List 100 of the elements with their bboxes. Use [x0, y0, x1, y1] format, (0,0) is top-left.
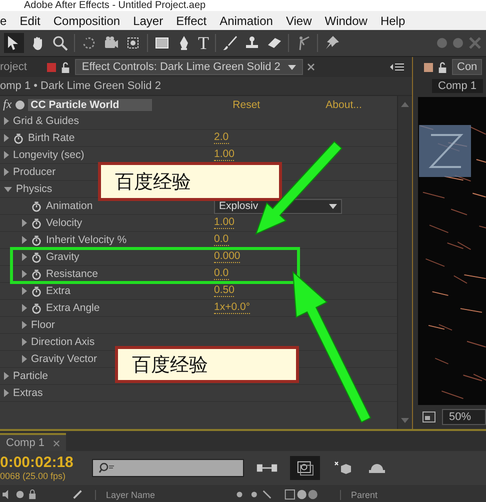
parameter-value[interactable]: 0.0	[214, 234, 229, 246]
stamp-icon[interactable]	[244, 35, 260, 51]
twirl-triangle-icon[interactable]	[4, 117, 9, 125]
parameter-value[interactable]: 0.0	[214, 268, 229, 280]
about-link[interactable]: About...	[326, 98, 362, 110]
parameter-label: Extra	[46, 285, 71, 297]
dropdown-caret-icon[interactable]	[288, 64, 296, 70]
lock-icon[interactable]	[437, 62, 448, 72]
twirl-triangle-icon[interactable]	[4, 389, 9, 397]
column-header[interactable]: Parent	[340, 490, 461, 500]
twirl-triangle-icon[interactable]	[4, 151, 9, 159]
effect-controls-tab[interactable]: Effect Controls: Dark Lime Green Solid 2	[74, 59, 304, 75]
region-icon[interactable]	[422, 411, 436, 423]
menu-item[interactable]: Composition	[53, 14, 120, 28]
twirl-triangle-icon[interactable]	[22, 236, 27, 244]
twirl-triangle-icon[interactable]	[22, 219, 27, 227]
stopwatch-icon[interactable]	[31, 302, 42, 314]
parameter-label: Longevity (sec)	[13, 149, 84, 161]
pin-icon[interactable]	[324, 35, 340, 51]
parameter-label: Particle	[13, 370, 48, 382]
zoom-dropdown[interactable]: 50%	[442, 409, 486, 425]
parameter-label: Gravity Vector	[31, 353, 97, 365]
twirl-triangle-icon[interactable]	[22, 304, 27, 312]
draft-3d-icon[interactable]	[332, 460, 354, 476]
panel-menu-icon[interactable]	[390, 63, 404, 71]
stopwatch-icon[interactable]	[13, 132, 24, 144]
comp-button[interactable]: Comp 1	[432, 79, 483, 93]
parameter-value[interactable]: 0.50	[214, 285, 234, 297]
twirl-triangle-icon[interactable]	[22, 253, 27, 261]
menu-item[interactable]: Edit	[20, 14, 40, 28]
camera-icon[interactable]	[103, 35, 119, 51]
menu-item[interactable]: Animation	[220, 14, 273, 28]
parameter-label: Birth Rate	[28, 132, 75, 144]
twirl-triangle-icon[interactable]	[22, 355, 27, 363]
project-tab[interactable]: roject	[0, 61, 37, 73]
scrollbar[interactable]	[397, 96, 412, 429]
rectangle-icon[interactable]	[154, 35, 170, 51]
search-icon	[99, 462, 115, 474]
eraser-icon[interactable]	[266, 35, 282, 51]
twirl-triangle-icon[interactable]	[4, 186, 12, 192]
composition-tab[interactable]: Con	[452, 59, 482, 75]
twirl-triangle-icon[interactable]	[4, 168, 9, 176]
parameter-label: Extra Angle	[46, 302, 100, 314]
timecode[interactable]: 0:00:02:18	[0, 455, 80, 471]
twirl-triangle-icon[interactable]	[22, 321, 27, 329]
stopwatch-icon[interactable]	[31, 218, 42, 228]
parameter-label: Producer	[13, 166, 56, 178]
parameter-label: Resistance	[46, 268, 98, 280]
twirl-triangle-icon[interactable]	[22, 270, 27, 278]
fx-badge[interactable]: fx	[3, 97, 12, 112]
parameter-value[interactable]: 1.00	[214, 149, 234, 161]
menu-item[interactable]: View	[286, 14, 312, 28]
menu-item[interactable]: Help	[380, 14, 406, 28]
twirl-triangle-icon[interactable]	[4, 372, 9, 380]
twirl-triangle-icon[interactable]	[4, 134, 9, 142]
parameter-label: Gravity	[46, 251, 80, 263]
stopwatch-icon[interactable]	[31, 268, 42, 280]
color-swatch-icon	[46, 62, 56, 72]
parameter-value[interactable]: 0.000	[214, 251, 240, 263]
comp-tab[interactable]: Comp 1	[0, 433, 66, 451]
shy-icon	[72, 489, 83, 500]
search-field[interactable]	[92, 459, 244, 477]
stopwatch-icon[interactable]	[31, 252, 42, 262]
wireframe-drawing	[419, 125, 471, 177]
window-title: Adobe After Effects - Untitled Project.aep	[24, 0, 206, 11]
column-header[interactable]: Layer Name	[95, 490, 216, 500]
menu-item[interactable]: Effect	[176, 14, 207, 28]
stopwatch-icon[interactable]	[31, 200, 42, 212]
parameter-label: Grid & Guides	[13, 115, 79, 127]
stopwatch-icon[interactable]	[31, 286, 42, 296]
effect-name[interactable]: CC Particle World	[28, 98, 152, 110]
lock-icon[interactable]	[60, 62, 71, 72]
callout-label: 百度经验	[115, 346, 299, 383]
parameter-value[interactable]: 2.0	[214, 132, 229, 144]
rotate-icon[interactable]	[81, 35, 97, 51]
type-tool[interactable]: T	[198, 34, 209, 52]
parameter-label: Physics	[16, 183, 52, 195]
close-icon[interactable]	[307, 63, 316, 71]
parameter-label: Inherit Velocity %	[46, 234, 127, 246]
dropdown-caret-icon[interactable]	[329, 204, 337, 208]
brush-icon[interactable]	[222, 35, 238, 51]
stopwatch-icon[interactable]	[31, 234, 42, 246]
parameter-value[interactable]: 1.00	[214, 217, 234, 229]
pan-behind-icon[interactable]	[125, 35, 141, 51]
twirl-triangle-icon[interactable]	[22, 338, 27, 346]
magnifier-icon[interactable]	[52, 35, 68, 51]
reset-link[interactable]: Reset	[232, 98, 323, 110]
close-icon[interactable]	[52, 440, 60, 446]
parameter-label: Extras	[13, 387, 43, 399]
callout-label: 百度经验	[98, 162, 282, 201]
parameter-value[interactable]: 1x+0.0°	[214, 302, 250, 314]
parameter-label: Velocity	[46, 217, 82, 229]
twirl-triangle-icon[interactable]	[22, 287, 27, 295]
sphere-icon	[14, 100, 25, 110]
menu-item[interactable]: Layer	[133, 14, 164, 28]
parameter-label: Direction Axis	[31, 336, 95, 348]
menu-item[interactable]: e	[0, 14, 7, 28]
parameter-label: Animation	[46, 200, 93, 212]
live-update-icon[interactable]	[290, 456, 320, 480]
menu-item[interactable]: Window	[324, 14, 368, 28]
